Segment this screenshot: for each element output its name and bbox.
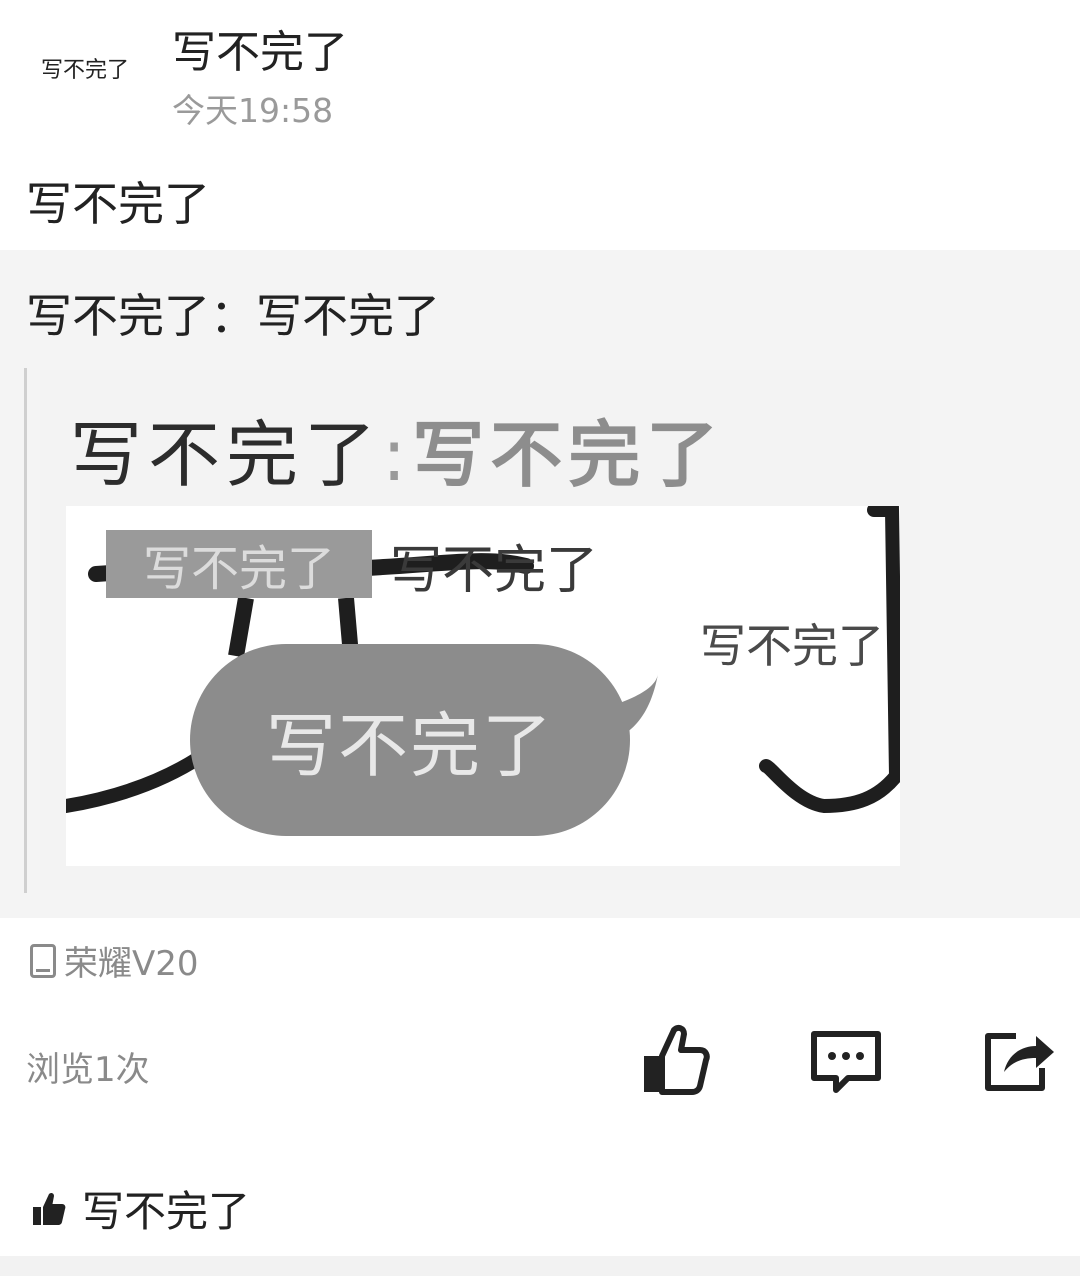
thumbs-up-filled-icon bbox=[33, 1192, 66, 1225]
view-count: 浏览1次 bbox=[26, 1050, 150, 1090]
meme-heading-what: 写不完了 bbox=[412, 413, 725, 497]
quoted-post[interactable]: 写不完了：写不完了 写不完了:写不完了 写不完了 写不完了 写不完了 写不完了 bbox=[0, 250, 1080, 918]
quoted-text: 写不完了：写不完了 bbox=[26, 289, 440, 343]
meme-image[interactable]: 写不完了:写不完了 写不完了 写不完了 写不完了 写不完了 bbox=[40, 370, 920, 890]
username[interactable]: 写不完了 bbox=[172, 16, 348, 80]
device-name: 荣耀V20 bbox=[64, 944, 199, 984]
meme-label-plain: 写不完了 bbox=[390, 541, 599, 601]
phone-icon bbox=[30, 943, 56, 978]
device-info: 荣耀V20 bbox=[30, 936, 199, 985]
meme-label-right: 写不完了 bbox=[700, 619, 884, 673]
meme-heading-who: 写不完了 bbox=[70, 413, 383, 497]
comment-icon bbox=[811, 1031, 881, 1093]
avatar-text: 写不完了 bbox=[40, 58, 129, 83]
post-text: 写不完了 bbox=[26, 177, 210, 231]
liker-names[interactable]: 写不完了 bbox=[82, 1178, 250, 1239]
meme-heading-sep: : bbox=[382, 413, 413, 497]
likes-row: 写不完了 bbox=[30, 1178, 250, 1239]
meme-label-box: 写不完了 bbox=[106, 530, 372, 598]
bottom-divider bbox=[0, 1256, 1080, 1276]
meme-speech-bubble: 写不完了 bbox=[190, 644, 630, 836]
like-button[interactable] bbox=[636, 1024, 716, 1096]
share-icon bbox=[985, 1033, 1054, 1091]
meme-panel: 写不完了 写不完了 写不完了 写不完了 bbox=[66, 506, 900, 866]
post-time: 今天19:58 bbox=[172, 91, 334, 130]
thumbs-up-icon bbox=[644, 1024, 710, 1095]
quote-bar bbox=[24, 368, 27, 893]
avatar[interactable]: 写不完了 bbox=[10, 38, 160, 98]
share-button[interactable] bbox=[976, 1024, 1056, 1096]
meme-heading: 写不完了:写不完了 bbox=[70, 396, 724, 501]
comment-button[interactable] bbox=[806, 1024, 886, 1096]
